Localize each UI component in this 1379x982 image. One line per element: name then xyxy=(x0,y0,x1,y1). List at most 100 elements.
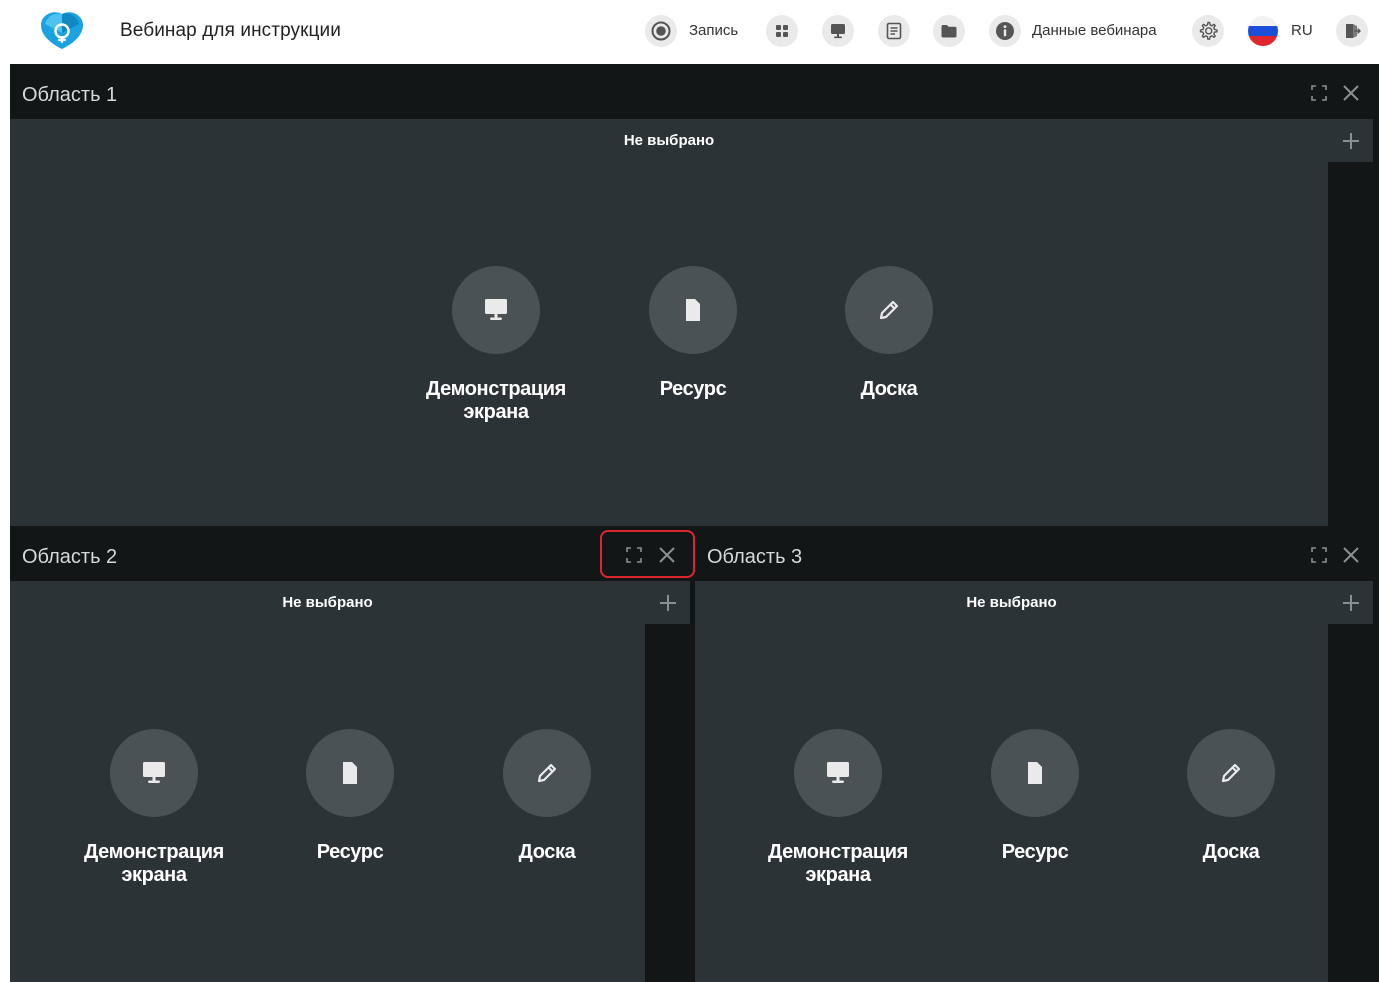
monitor-icon xyxy=(485,299,507,320)
option-resource[interactable]: Ресурс xyxy=(945,729,1125,864)
option-label: Доска xyxy=(1141,841,1321,864)
option-label: Демонстрация экрана xyxy=(406,378,586,424)
area-1: Область 1 Не выбрано Демонстрация экрана… xyxy=(10,64,1379,526)
expand-icon xyxy=(626,547,642,563)
resource-circle xyxy=(649,266,737,354)
option-label: Доска xyxy=(457,841,637,864)
area-header: Область 2 xyxy=(10,526,690,581)
close-icon xyxy=(1343,85,1359,101)
option-whiteboard[interactable]: Доска xyxy=(1141,729,1321,864)
option-label-line: экрана xyxy=(805,864,871,886)
area-3: Область 3 Не выбрано Демонстрация экрана… xyxy=(695,526,1379,982)
area-header: Область 1 xyxy=(10,64,1379,119)
option-label: Ресурс xyxy=(945,841,1125,864)
option-label-line: Демонстрация xyxy=(426,378,566,400)
area-content: Не выбрано Демонстрация экрана Ресурс До… xyxy=(10,119,1328,526)
area-expand-button[interactable] xyxy=(1307,81,1331,105)
option-resource[interactable]: Ресурс xyxy=(260,729,440,864)
option-label-line: Доска xyxy=(518,841,576,863)
grid-icon xyxy=(776,25,788,37)
file-icon xyxy=(1028,762,1042,784)
screen-share-circle xyxy=(452,266,540,354)
source-status: Не выбрано xyxy=(623,132,715,149)
resource-circle xyxy=(991,729,1079,817)
screen-share-circle xyxy=(110,729,198,817)
area-expand-button[interactable] xyxy=(622,543,646,567)
exit-button[interactable] xyxy=(1336,15,1368,47)
plus-icon xyxy=(1342,132,1359,149)
area-expand-button[interactable] xyxy=(1307,543,1331,567)
area-close-button[interactable] xyxy=(1339,81,1363,105)
expand-icon xyxy=(1311,85,1327,101)
option-label: Ресурс xyxy=(603,378,783,401)
add-source-button[interactable] xyxy=(645,581,690,624)
area-close-button[interactable] xyxy=(1339,543,1363,567)
file-icon xyxy=(686,299,700,321)
option-label-line: экрана xyxy=(463,401,529,423)
option-screen-share[interactable]: Демонстрация экрана xyxy=(748,729,928,887)
folder-icon xyxy=(941,25,957,38)
notes-button[interactable] xyxy=(878,15,910,47)
webinar-data-label[interactable]: Данные вебинара xyxy=(1032,22,1157,39)
russian-flag-icon xyxy=(1248,16,1278,46)
monitor-icon xyxy=(831,24,845,39)
whiteboard-circle xyxy=(845,266,933,354)
option-label: Демонстрация экрана xyxy=(64,841,244,887)
settings-button[interactable] xyxy=(1192,15,1224,47)
option-label: Ресурс xyxy=(260,841,440,864)
monitor-icon xyxy=(143,762,165,783)
webinar-data-button[interactable] xyxy=(989,15,1021,47)
source-status: Не выбрано xyxy=(966,594,1057,611)
record-icon xyxy=(651,21,671,41)
option-label-line: Ресурс xyxy=(1001,841,1069,863)
option-whiteboard[interactable]: Доска xyxy=(799,266,979,401)
pencil-icon xyxy=(1221,763,1241,783)
option-label-line: Доска xyxy=(860,378,918,400)
record-label[interactable]: Запись xyxy=(689,22,738,39)
language-button[interactable] xyxy=(1247,15,1279,47)
area-title: Область 1 xyxy=(22,84,118,106)
option-label-line: Ресурс xyxy=(316,841,384,863)
area-title: Область 2 xyxy=(22,546,118,568)
exit-icon xyxy=(1346,24,1361,38)
add-source-button[interactable] xyxy=(1328,581,1373,624)
layout-button[interactable] xyxy=(766,15,798,47)
file-icon xyxy=(343,762,357,784)
record-button[interactable] xyxy=(645,15,677,47)
area-close-button[interactable] xyxy=(655,543,679,567)
info-icon xyxy=(996,22,1014,40)
screen-button[interactable] xyxy=(822,15,854,47)
area-title: Область 3 xyxy=(707,546,803,568)
option-screen-share[interactable]: Демонстрация экрана xyxy=(406,266,586,424)
logo-icon xyxy=(38,11,86,51)
close-icon xyxy=(1343,547,1359,563)
screen-share-circle xyxy=(794,729,882,817)
document-icon xyxy=(886,22,902,40)
pencil-icon xyxy=(537,763,557,783)
option-label-line: Ресурс xyxy=(659,378,727,400)
files-button[interactable] xyxy=(933,15,965,47)
monitor-icon xyxy=(827,762,849,783)
source-status: Не выбрано xyxy=(282,594,373,611)
whiteboard-circle xyxy=(1187,729,1275,817)
option-label-line: Демонстрация xyxy=(84,841,224,863)
plus-icon xyxy=(659,594,676,611)
option-resource[interactable]: Ресурс xyxy=(603,266,783,401)
gear-icon xyxy=(1199,21,1218,40)
area-header: Область 3 xyxy=(695,526,1379,581)
option-label-line: Демонстрация xyxy=(768,841,908,863)
area-2: Область 2 Не выбрано Демонстрация экрана… xyxy=(10,526,690,982)
pencil-icon xyxy=(879,300,899,320)
option-label-line: экрана xyxy=(121,864,187,886)
option-whiteboard[interactable]: Доска xyxy=(457,729,637,864)
add-source-button[interactable] xyxy=(1328,119,1373,162)
close-icon xyxy=(659,547,675,563)
language-label[interactable]: RU xyxy=(1291,22,1313,39)
option-label-line: Доска xyxy=(1202,841,1260,863)
webinar-title: Вебинар для инструкции xyxy=(120,20,341,41)
option-screen-share[interactable]: Демонстрация экрана xyxy=(64,729,244,887)
area-content: Не выбрано Демонстрация экрана Ресурс До… xyxy=(695,581,1328,982)
plus-icon xyxy=(1342,594,1359,611)
option-label: Демонстрация экрана xyxy=(748,841,928,887)
resource-circle xyxy=(306,729,394,817)
